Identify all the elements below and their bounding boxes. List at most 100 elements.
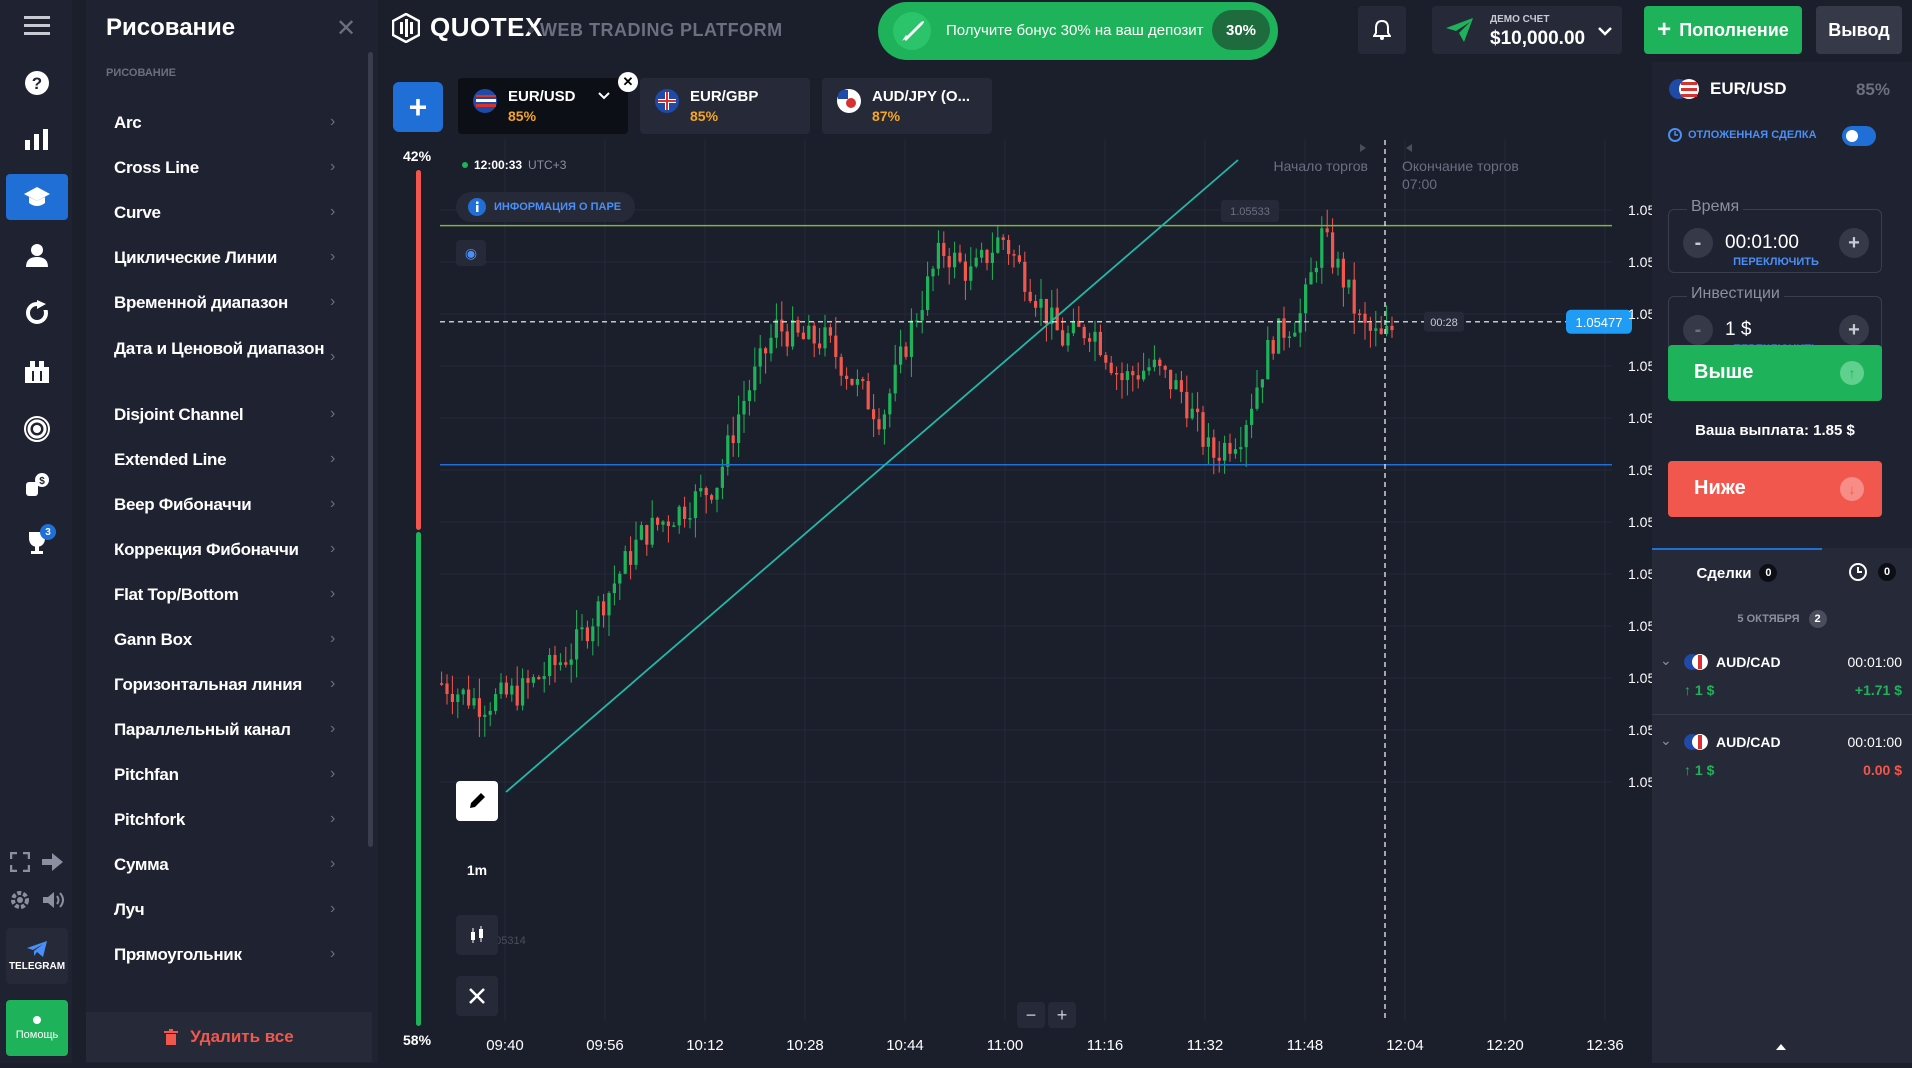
candle-body <box>742 400 746 415</box>
zoom-out-button[interactable]: − <box>1017 1002 1045 1028</box>
logout-icon[interactable] <box>42 852 64 878</box>
scroll-up-icon[interactable] <box>1774 1042 1788 1052</box>
coins-icon[interactable]: $ <box>6 462 68 508</box>
trade-item[interactable]: ⌄ AUD/CAD 00:01:00 ↑ 1 $ 0.00 $ <box>1652 724 1912 794</box>
candle-body <box>672 525 676 527</box>
drawing-tool-item[interactable]: Параллельный канал <box>114 720 334 740</box>
close-icon[interactable]: ✕ <box>336 14 356 43</box>
timeframe-button[interactable]: 1m <box>456 850 498 890</box>
investment-increase-button[interactable]: + <box>1839 315 1869 345</box>
sound-icon[interactable] <box>42 890 64 916</box>
price-chart[interactable]: 1.05533 1.05314 Начало торгов Окончание тор… <box>440 140 1679 1063</box>
eur-usd-flag-icon <box>1669 79 1699 99</box>
telegram-button[interactable]: TELEGRAM <box>6 928 68 984</box>
candle-body <box>602 601 606 616</box>
drawing-tool-item[interactable]: Arc <box>114 113 334 133</box>
education-icon[interactable] <box>6 174 68 220</box>
drawing-tool-item[interactable]: Циклические Линии <box>114 248 334 268</box>
close-tab-icon[interactable]: ✕ <box>618 72 638 92</box>
drawing-tool-item[interactable]: Горизонтальная линия <box>114 675 334 695</box>
candle-body <box>1174 380 1178 390</box>
candlestick-chart[interactable]: 1.055331.05314Начало торгов Окончание тор… <box>440 140 1679 1063</box>
higher-button[interactable]: Выше ↑ <box>1668 345 1882 401</box>
selected-asset[interactable]: EUR/USD <box>1668 76 1787 102</box>
trophy-icon[interactable]: 3 <box>6 520 68 566</box>
tab-history[interactable]: 0 <box>1832 548 1912 596</box>
refresh-icon[interactable] <box>6 290 68 336</box>
withdraw-button[interactable]: Вывод <box>1816 6 1902 54</box>
chevron-down-icon[interactable] <box>598 92 610 100</box>
drawing-tools-icon[interactable] <box>456 976 498 1016</box>
drawing-panel-scrollbar[interactable] <box>368 52 373 847</box>
drawing-tool-item[interactable]: Луч <box>114 900 334 920</box>
pencil-icon[interactable] <box>456 781 498 821</box>
candle-body <box>1190 408 1194 419</box>
asset-tab-eur-usd[interactable]: EUR/USD 85% <box>458 78 628 134</box>
drawing-tool-item[interactable]: Веер Фибоначчи <box>114 495 334 515</box>
brand-logo[interactable]: QUOTEX <box>392 12 543 43</box>
drawing-tool-item[interactable]: Extended Line <box>114 450 334 470</box>
trade-item[interactable]: ⌄ AUD/CAD 00:01:00 ↑ 1 $ +1.71 $ <box>1652 644 1912 715</box>
candle-body <box>726 435 730 467</box>
notifications-button[interactable] <box>1358 6 1406 54</box>
candle-body <box>580 627 584 630</box>
drawing-tool-item[interactable]: Прямоугольник <box>114 945 334 965</box>
chevron-down-icon[interactable]: ⌄ <box>1660 652 1672 669</box>
candle-body <box>650 517 654 545</box>
chevron-down-icon[interactable]: ⌄ <box>1660 732 1672 749</box>
drawing-tool-item[interactable]: Сумма <box>114 855 334 875</box>
lower-button[interactable]: Ниже ↓ <box>1668 461 1882 517</box>
menu-icon[interactable] <box>6 2 68 48</box>
delete-all-button[interactable]: Удалить все <box>86 1012 372 1062</box>
drawing-tool-item[interactable]: Flat Top/Bottom <box>114 585 334 605</box>
pair-info-button[interactable]: ИНФОРМАЦИЯ О ПАРЕ <box>456 192 636 222</box>
market-icon[interactable] <box>6 348 68 394</box>
drawing-tool-item[interactable]: Временной диапазон <box>114 293 334 313</box>
drawing-tool-item[interactable]: Disjoint Channel <box>114 405 334 425</box>
asset-tab-eur-gbp[interactable]: EUR/GBP 85% <box>640 78 810 134</box>
pending-trade-toggle[interactable] <box>1842 126 1876 146</box>
pending-trade-text: ОТЛОЖЕННАЯ СДЕЛКА <box>1688 129 1817 141</box>
investment-decrease-button[interactable]: - <box>1683 315 1713 345</box>
trade-profit: 0.00 $ <box>1863 762 1902 778</box>
chevron-right-icon: › <box>330 810 336 827</box>
user-icon[interactable] <box>6 232 68 278</box>
fullscreen-icon[interactable] <box>9 851 31 878</box>
chart-type-icon[interactable] <box>456 915 498 955</box>
add-asset-button[interactable]: + <box>393 82 443 132</box>
zoom-in-button[interactable]: + <box>1048 1002 1076 1028</box>
tab-trades[interactable]: Сделки 0 <box>1652 548 1822 596</box>
time-increase-button[interactable]: + <box>1839 228 1869 258</box>
help-button[interactable]: Помощь <box>6 1000 68 1056</box>
drawing-tool-item[interactable]: Curve <box>114 203 334 223</box>
candle-body <box>1136 375 1140 380</box>
trade-duration: 00:01:00 <box>1847 654 1903 670</box>
question-icon[interactable]: ? <box>6 60 68 106</box>
drawing-tool-item[interactable]: Gann Box <box>114 630 334 650</box>
candle-body <box>1098 331 1102 356</box>
drawing-tool-item[interactable]: Дата и Ценовой диапазон <box>114 338 334 360</box>
drawing-tool-item[interactable]: Pitchfork <box>114 810 334 830</box>
trades-list-panel: Сделки 0 0 5 ОКТЯБРЯ 2 ⌄ AUD/CAD 00:01:0… <box>1652 548 1912 1063</box>
time-switch-link[interactable]: ПЕРЕКЛЮЧИТЬ <box>1669 256 1883 268</box>
bonus-banner[interactable]: Получите бонус 30% на ваш депозит 30% <box>878 2 1278 60</box>
trades-date-label: 5 ОКТЯБРЯ <box>1737 613 1800 625</box>
sell-sentiment-bar <box>416 170 421 530</box>
price-tick-label: 1.05500 <box>1628 254 1654 270</box>
candle-body <box>645 525 649 545</box>
account-switcher[interactable]: ДЕМО СЧЕТ $10,000.00 <box>1432 6 1622 54</box>
drawing-tool-item[interactable]: Pitchfan <box>114 765 334 785</box>
chart-bars-icon[interactable] <box>6 116 68 162</box>
asset-tab-aud-jpy[interactable]: AUD/JPY (O... 87% <box>822 78 992 134</box>
candle-body <box>1115 373 1119 375</box>
drawing-tool-item[interactable]: Коррекция Фибоначчи <box>114 540 334 560</box>
candle-body <box>909 320 913 357</box>
settings-icon[interactable] <box>10 890 30 916</box>
time-field[interactable]: Время - 00:01:00 + ПЕРЕКЛЮЧИТЬ <box>1668 198 1883 273</box>
deposit-button[interactable]: + Пополнение <box>1644 6 1802 54</box>
time-tick-label: 09:56 <box>586 1037 624 1054</box>
signal-icon[interactable] <box>6 406 68 452</box>
eye-icon[interactable]: ◉ <box>456 240 486 266</box>
drawing-tool-item[interactable]: Cross Line <box>114 158 334 178</box>
time-decrease-button[interactable]: - <box>1683 228 1713 258</box>
